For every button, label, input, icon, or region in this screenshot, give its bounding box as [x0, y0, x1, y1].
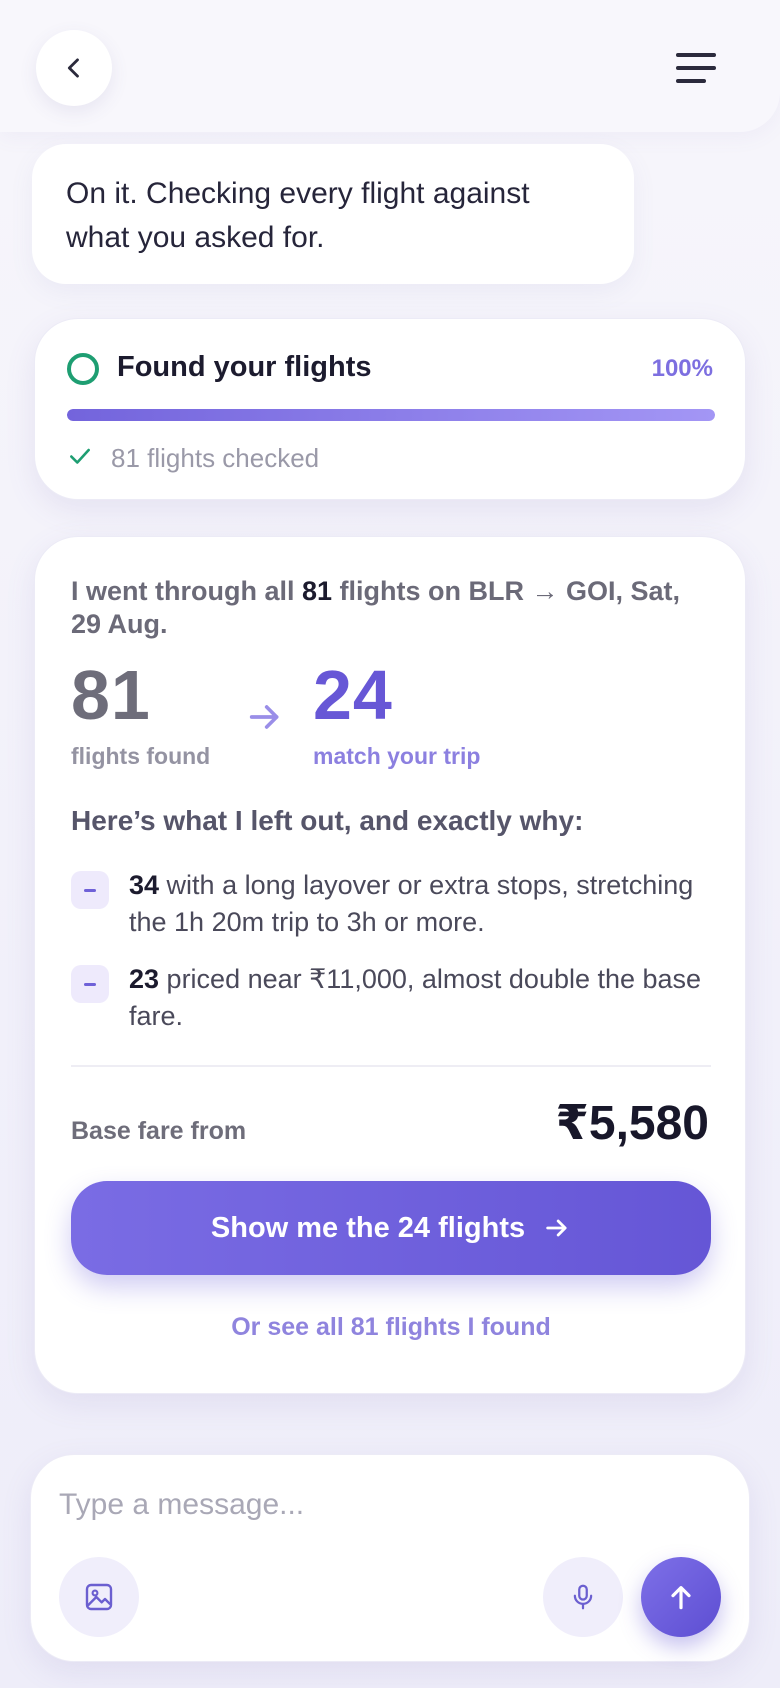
assistant-message-text: On it. Checking every flight against wha…: [66, 177, 530, 254]
progress-bar: [67, 409, 715, 421]
message-composer: [30, 1454, 750, 1662]
exclusion-reason-text: 23 priced near ₹11,000, almost double th…: [129, 961, 719, 1035]
image-icon: [85, 1583, 113, 1611]
send-button[interactable]: [641, 1557, 721, 1637]
exclusion-description: with a long layover or extra stops, stre…: [129, 870, 694, 937]
see-all-flights-link[interactable]: Or see all 81 flights I found: [35, 1313, 747, 1342]
checkmark-icon: [70, 448, 90, 464]
voice-input-button[interactable]: [543, 1557, 623, 1637]
exclusion-reason-item: 23 priced near ₹11,000, almost double th…: [71, 964, 719, 1045]
summary-intro: I went through all 81 flights on BLR → G…: [71, 575, 711, 641]
arrow-right-icon: [546, 1219, 567, 1237]
matching-flights-count: 24: [313, 656, 393, 734]
back-button[interactable]: [36, 30, 112, 106]
search-progress-card: Found your flights 100% 81 flights check…: [34, 318, 746, 500]
matching-flights-label: match your trip: [313, 743, 481, 769]
base-fare-value: ₹5,580: [555, 1097, 709, 1150]
assistant-message-bubble: On it. Checking every flight against wha…: [32, 144, 634, 284]
flights-checked-text: 81 flights checked: [111, 443, 320, 473]
show-matching-flights-label: Show me the 24 flights: [210, 1211, 526, 1244]
minus-icon: [71, 871, 109, 909]
show-matching-flights-button[interactable]: Show me the 24 flights: [71, 1181, 711, 1275]
progress-bar-fill: [67, 409, 715, 421]
exclusions-heading: Here’s what I left out, and exactly why:: [71, 805, 584, 836]
exclusion-description: priced near ₹11,000, almost double the b…: [129, 964, 702, 1031]
results-summary-card: I went through all 81 flights on BLR → G…: [34, 536, 746, 1394]
exclusion-count: 34: [129, 870, 160, 900]
arrow-right-icon: [249, 705, 279, 729]
base-fare-label: Base fare from: [71, 1117, 247, 1145]
intro-count: 81: [302, 576, 333, 606]
minus-icon: [71, 965, 109, 1003]
intro-prefix: I went through all: [71, 576, 302, 606]
progress-percent: 100%: [651, 355, 713, 382]
flights-found-count: 81: [71, 656, 151, 734]
top-bar: [0, 0, 780, 132]
status-ring-icon: [67, 353, 99, 385]
hamburger-menu-icon[interactable]: [676, 48, 724, 88]
arrow-up-icon: [671, 1586, 691, 1610]
divider: [71, 1065, 711, 1067]
microphone-icon: [573, 1584, 593, 1610]
chevron-left-icon: [67, 58, 79, 78]
exclusion-reason-item: 34 with a long layover or extra stops, s…: [71, 870, 719, 951]
message-input[interactable]: [59, 1479, 699, 1531]
exclusion-reason-text: 34 with a long layover or extra stops, s…: [129, 867, 719, 941]
exclusion-count: 23: [129, 964, 160, 994]
progress-title: Found your flights: [117, 351, 372, 383]
flights-found-label: flights found: [71, 743, 211, 769]
attach-image-button[interactable]: [59, 1557, 139, 1637]
